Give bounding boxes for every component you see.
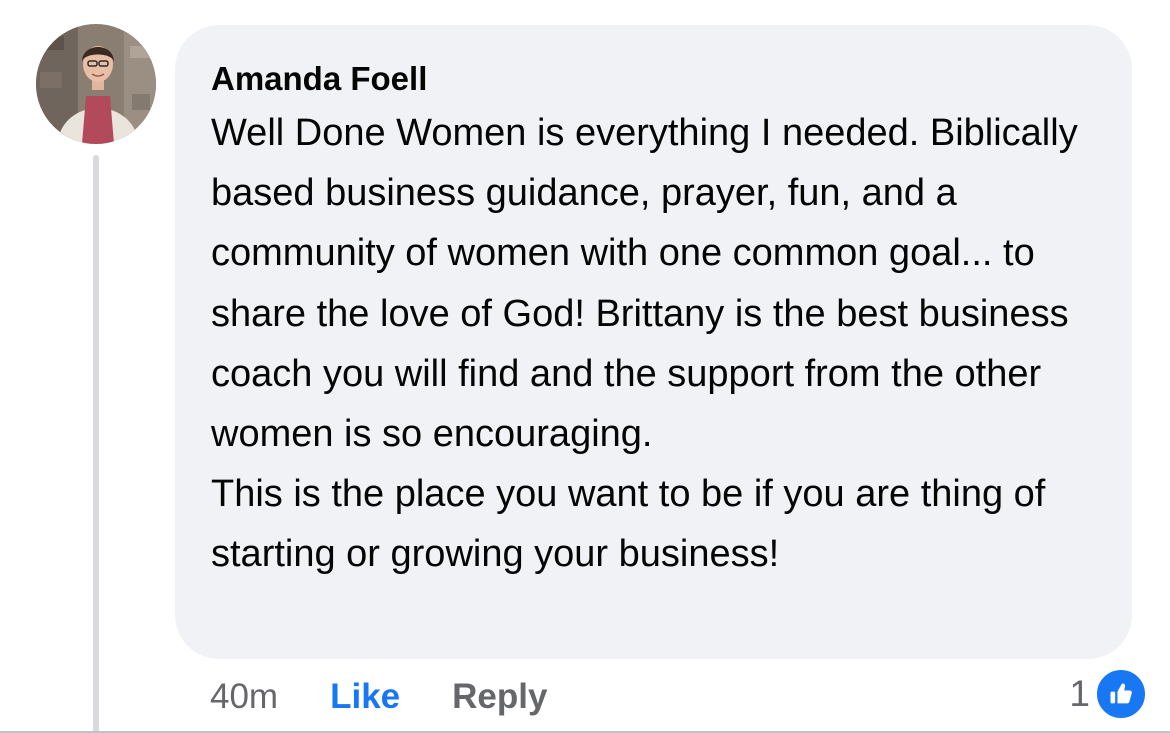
reply-button[interactable]: Reply [452, 677, 547, 717]
avatar[interactable] [36, 24, 156, 144]
comment-paragraph: Well Done Women is everything I needed. … [211, 112, 1078, 456]
comment-actions: 40m Like Reply [210, 672, 547, 722]
comment-paragraph: This is the place you want to be if you … [211, 473, 1046, 576]
reaction-count: 1 [1069, 673, 1090, 714]
thread-line [93, 155, 99, 733]
comment-text: Well Done Women is everything I needed. … [211, 103, 1112, 585]
like-button[interactable]: Like [330, 677, 400, 717]
reactions-summary[interactable]: 1 [1069, 667, 1148, 721]
timestamp[interactable]: 40m [210, 677, 278, 717]
thumbs-up-icon [1094, 667, 1148, 721]
comment-bubble: Amanda Foell Well Done Women is everythi… [175, 25, 1132, 659]
author-name[interactable]: Amanda Foell [211, 59, 1112, 99]
